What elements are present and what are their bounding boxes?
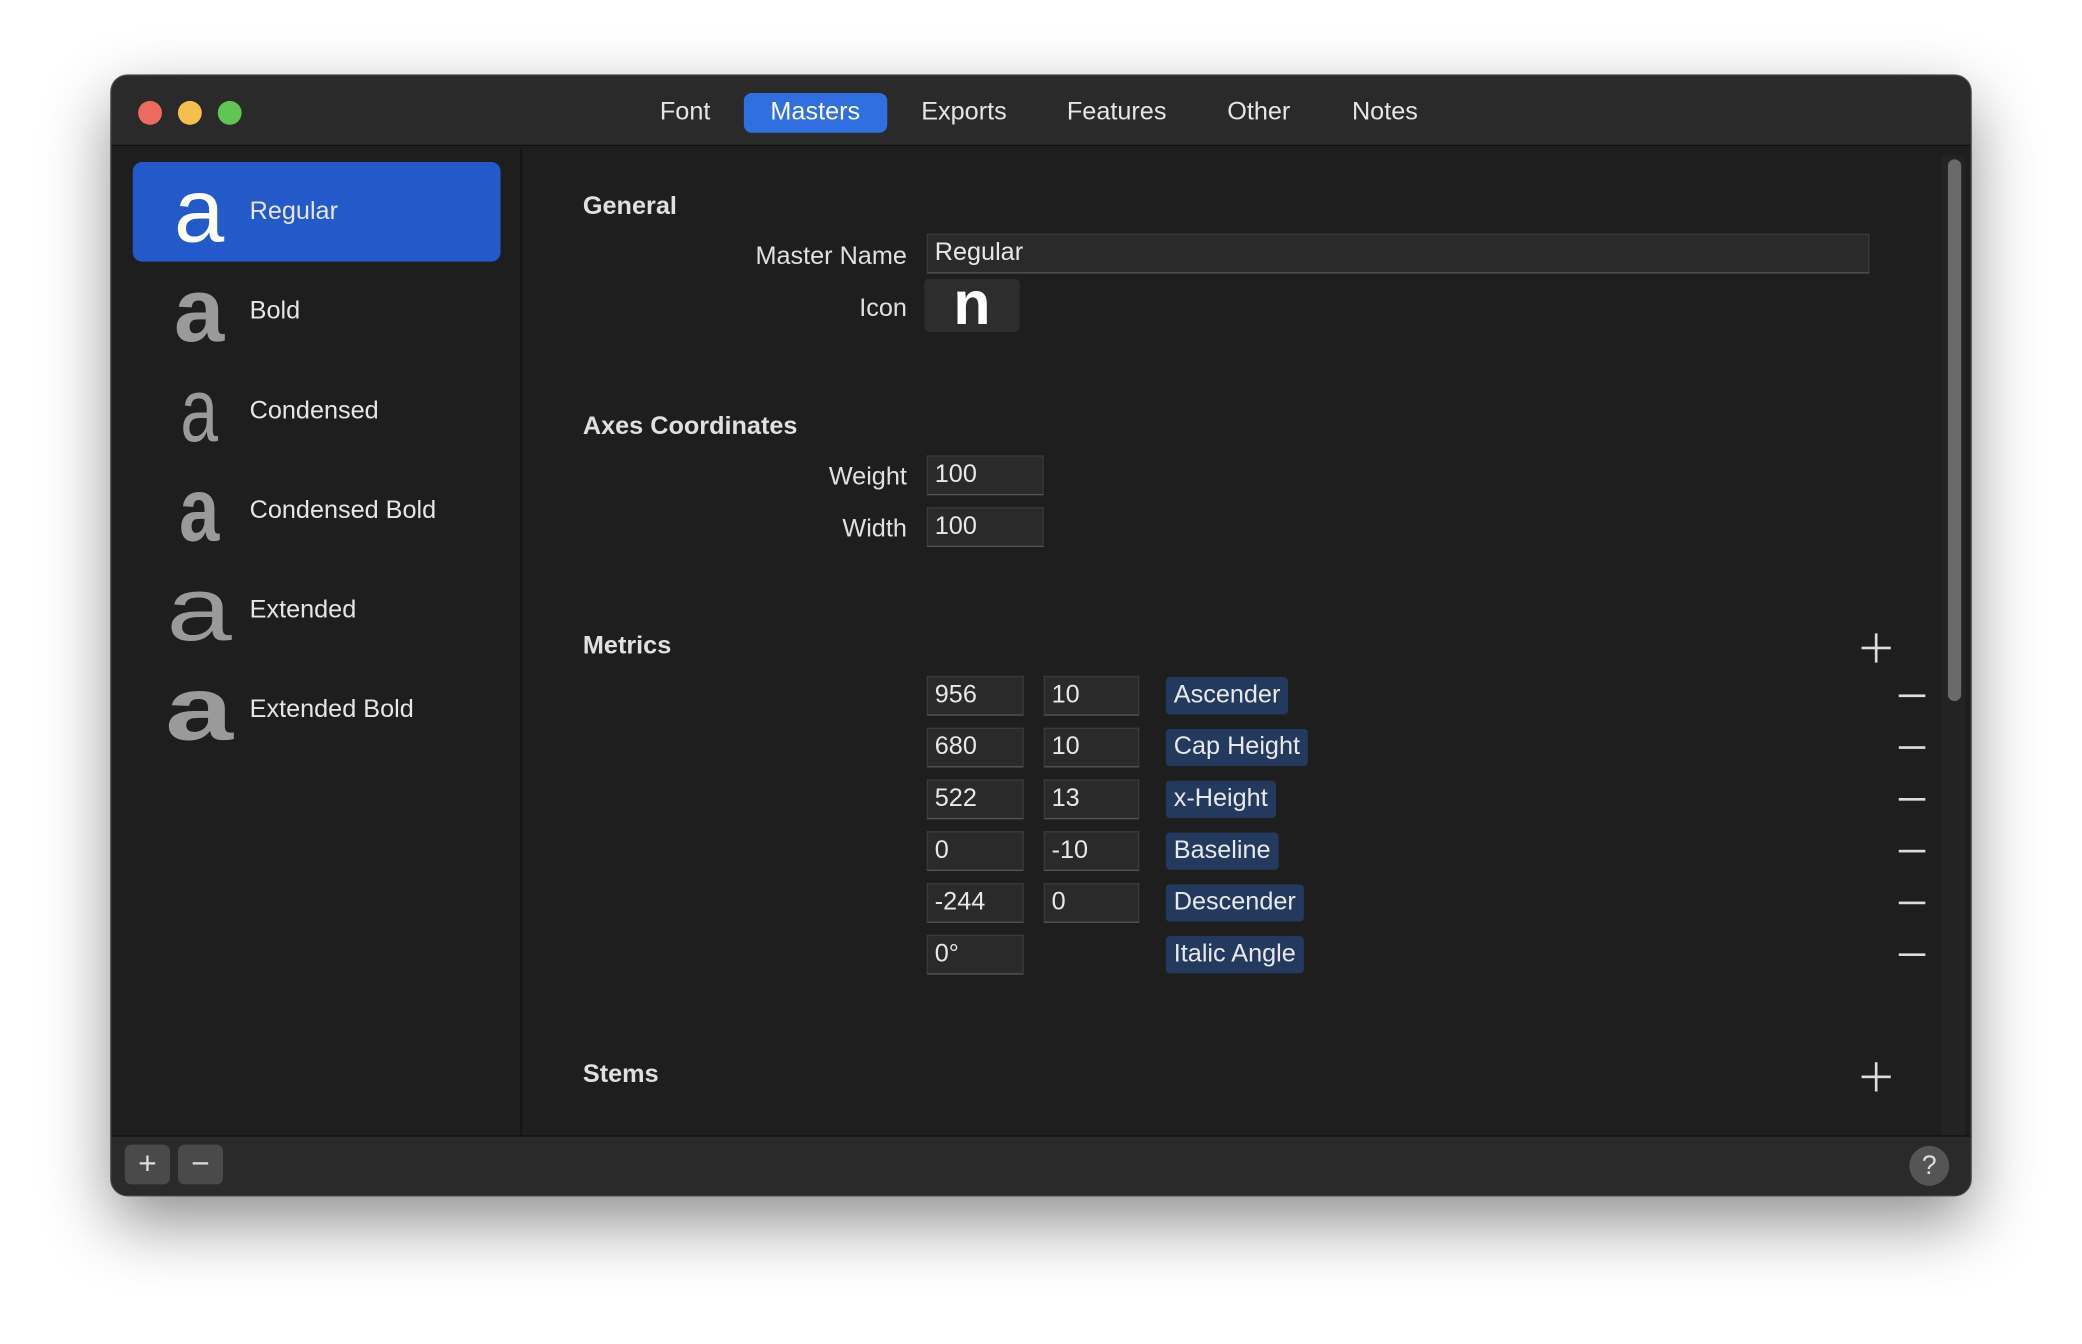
master-item-condensed-bold[interactable]: a Condensed Bold xyxy=(133,461,501,561)
titlebar: Font Masters Exports Features Other Note… xyxy=(111,75,1971,147)
master-name-input[interactable]: Regular xyxy=(926,233,1870,274)
metric-name-tag[interactable]: Cap Height xyxy=(1165,728,1308,767)
metric-overshoot-input[interactable]: 10 xyxy=(1043,727,1140,768)
master-item-extended[interactable]: a Extended xyxy=(133,560,501,660)
metric-name-tag[interactable]: x-Height xyxy=(1165,780,1276,818)
master-item-regular[interactable]: a Regular xyxy=(132,160,501,262)
remove-metric-button[interactable] xyxy=(1898,746,1926,749)
tab-exports[interactable]: Exports xyxy=(908,93,1020,133)
add-stem-button[interactable] xyxy=(1861,1062,1891,1092)
close-button[interactable] xyxy=(138,100,162,125)
metric-value-input[interactable]: -244 xyxy=(926,882,1024,923)
metric-value-input[interactable]: 522 xyxy=(926,779,1024,820)
metric-value-input[interactable]: 956 xyxy=(926,675,1024,716)
metric-overshoot-input[interactable]: 13 xyxy=(1043,779,1140,820)
tab-features[interactable]: Features xyxy=(1054,93,1180,133)
metric-name-tag[interactable]: Baseline xyxy=(1165,832,1279,870)
masters-list: a Regular a Bold a Condensed a Condensed… xyxy=(111,147,522,1136)
remove-master-button[interactable]: − xyxy=(177,1144,224,1185)
tab-font[interactable]: Font xyxy=(647,93,724,133)
metric-name-tag[interactable]: Ascender xyxy=(1165,677,1289,715)
remove-metric-button[interactable] xyxy=(1898,849,1926,853)
remove-metric-button[interactable] xyxy=(1898,798,1926,801)
tab-masters[interactable]: Masters xyxy=(743,92,887,133)
section-general: General xyxy=(582,192,677,221)
master-icon-picker[interactable]: n xyxy=(924,272,1020,333)
remove-metric-button[interactable] xyxy=(1898,694,1926,698)
master-label: Regular xyxy=(249,197,338,226)
help-button[interactable]: ? xyxy=(1909,1145,1950,1186)
master-glyph-icon: a xyxy=(165,658,234,760)
metric-name-tag[interactable]: Descender xyxy=(1165,884,1304,922)
metric-overshoot-input[interactable]: -10 xyxy=(1043,831,1140,872)
master-label: Condensed xyxy=(249,397,379,425)
metric-value-input[interactable]: 0° xyxy=(926,934,1024,975)
icon-label: Icon xyxy=(859,294,907,323)
scrollbar[interactable] xyxy=(1941,155,1966,1136)
metric-name-tag[interactable]: Italic Angle xyxy=(1165,936,1304,974)
metric-overshoot-input[interactable]: 10 xyxy=(1043,675,1140,716)
minimize-button[interactable] xyxy=(177,100,202,125)
master-settings: General Master Name Regular Icon n Axes … xyxy=(523,147,1970,1136)
master-glyph-icon: a xyxy=(180,359,218,461)
master-label: Bold xyxy=(249,297,301,326)
metric-value-input[interactable]: 0 xyxy=(926,831,1024,872)
master-label: Extended xyxy=(249,596,357,625)
tab-other[interactable]: Other xyxy=(1214,93,1304,133)
master-glyph-icon: a xyxy=(174,160,225,262)
width-input[interactable]: 100 xyxy=(926,507,1044,548)
master-glyph-icon: a xyxy=(174,260,225,362)
bottom-bar: + − ? xyxy=(111,1135,1971,1196)
master-item-bold[interactable]: a Bold xyxy=(133,262,501,362)
section-axes: Axes Coordinates xyxy=(582,412,798,441)
master-item-condensed[interactable]: a Condensed xyxy=(133,361,501,461)
zoom-button[interactable] xyxy=(217,100,242,125)
add-master-button[interactable]: + xyxy=(124,1144,170,1185)
metric-overshoot-input[interactable]: 0 xyxy=(1043,882,1140,923)
remove-metric-button[interactable] xyxy=(1898,953,1926,957)
section-metrics: Metrics xyxy=(582,632,672,660)
weight-input[interactable]: 100 xyxy=(926,455,1044,496)
master-glyph-icon: a xyxy=(166,559,232,660)
width-label: Width xyxy=(842,515,907,544)
master-item-extended-bold[interactable]: a Extended Bold xyxy=(133,660,501,760)
master-label: Extended Bold xyxy=(249,695,414,724)
scrollbar-thumb[interactable] xyxy=(1947,159,1962,702)
master-name-label: Master Name xyxy=(755,242,907,271)
master-glyph-icon: a xyxy=(179,459,220,561)
add-metric-button[interactable] xyxy=(1861,633,1891,663)
tab-notes[interactable]: Notes xyxy=(1339,93,1431,133)
weight-label: Weight xyxy=(828,463,907,492)
remove-metric-button[interactable] xyxy=(1898,901,1926,905)
master-label: Condensed Bold xyxy=(249,496,437,525)
font-info-window: Font Masters Exports Features Other Note… xyxy=(111,75,1971,1196)
metric-value-input[interactable]: 680 xyxy=(926,727,1024,768)
section-stems: Stems xyxy=(582,1060,659,1089)
